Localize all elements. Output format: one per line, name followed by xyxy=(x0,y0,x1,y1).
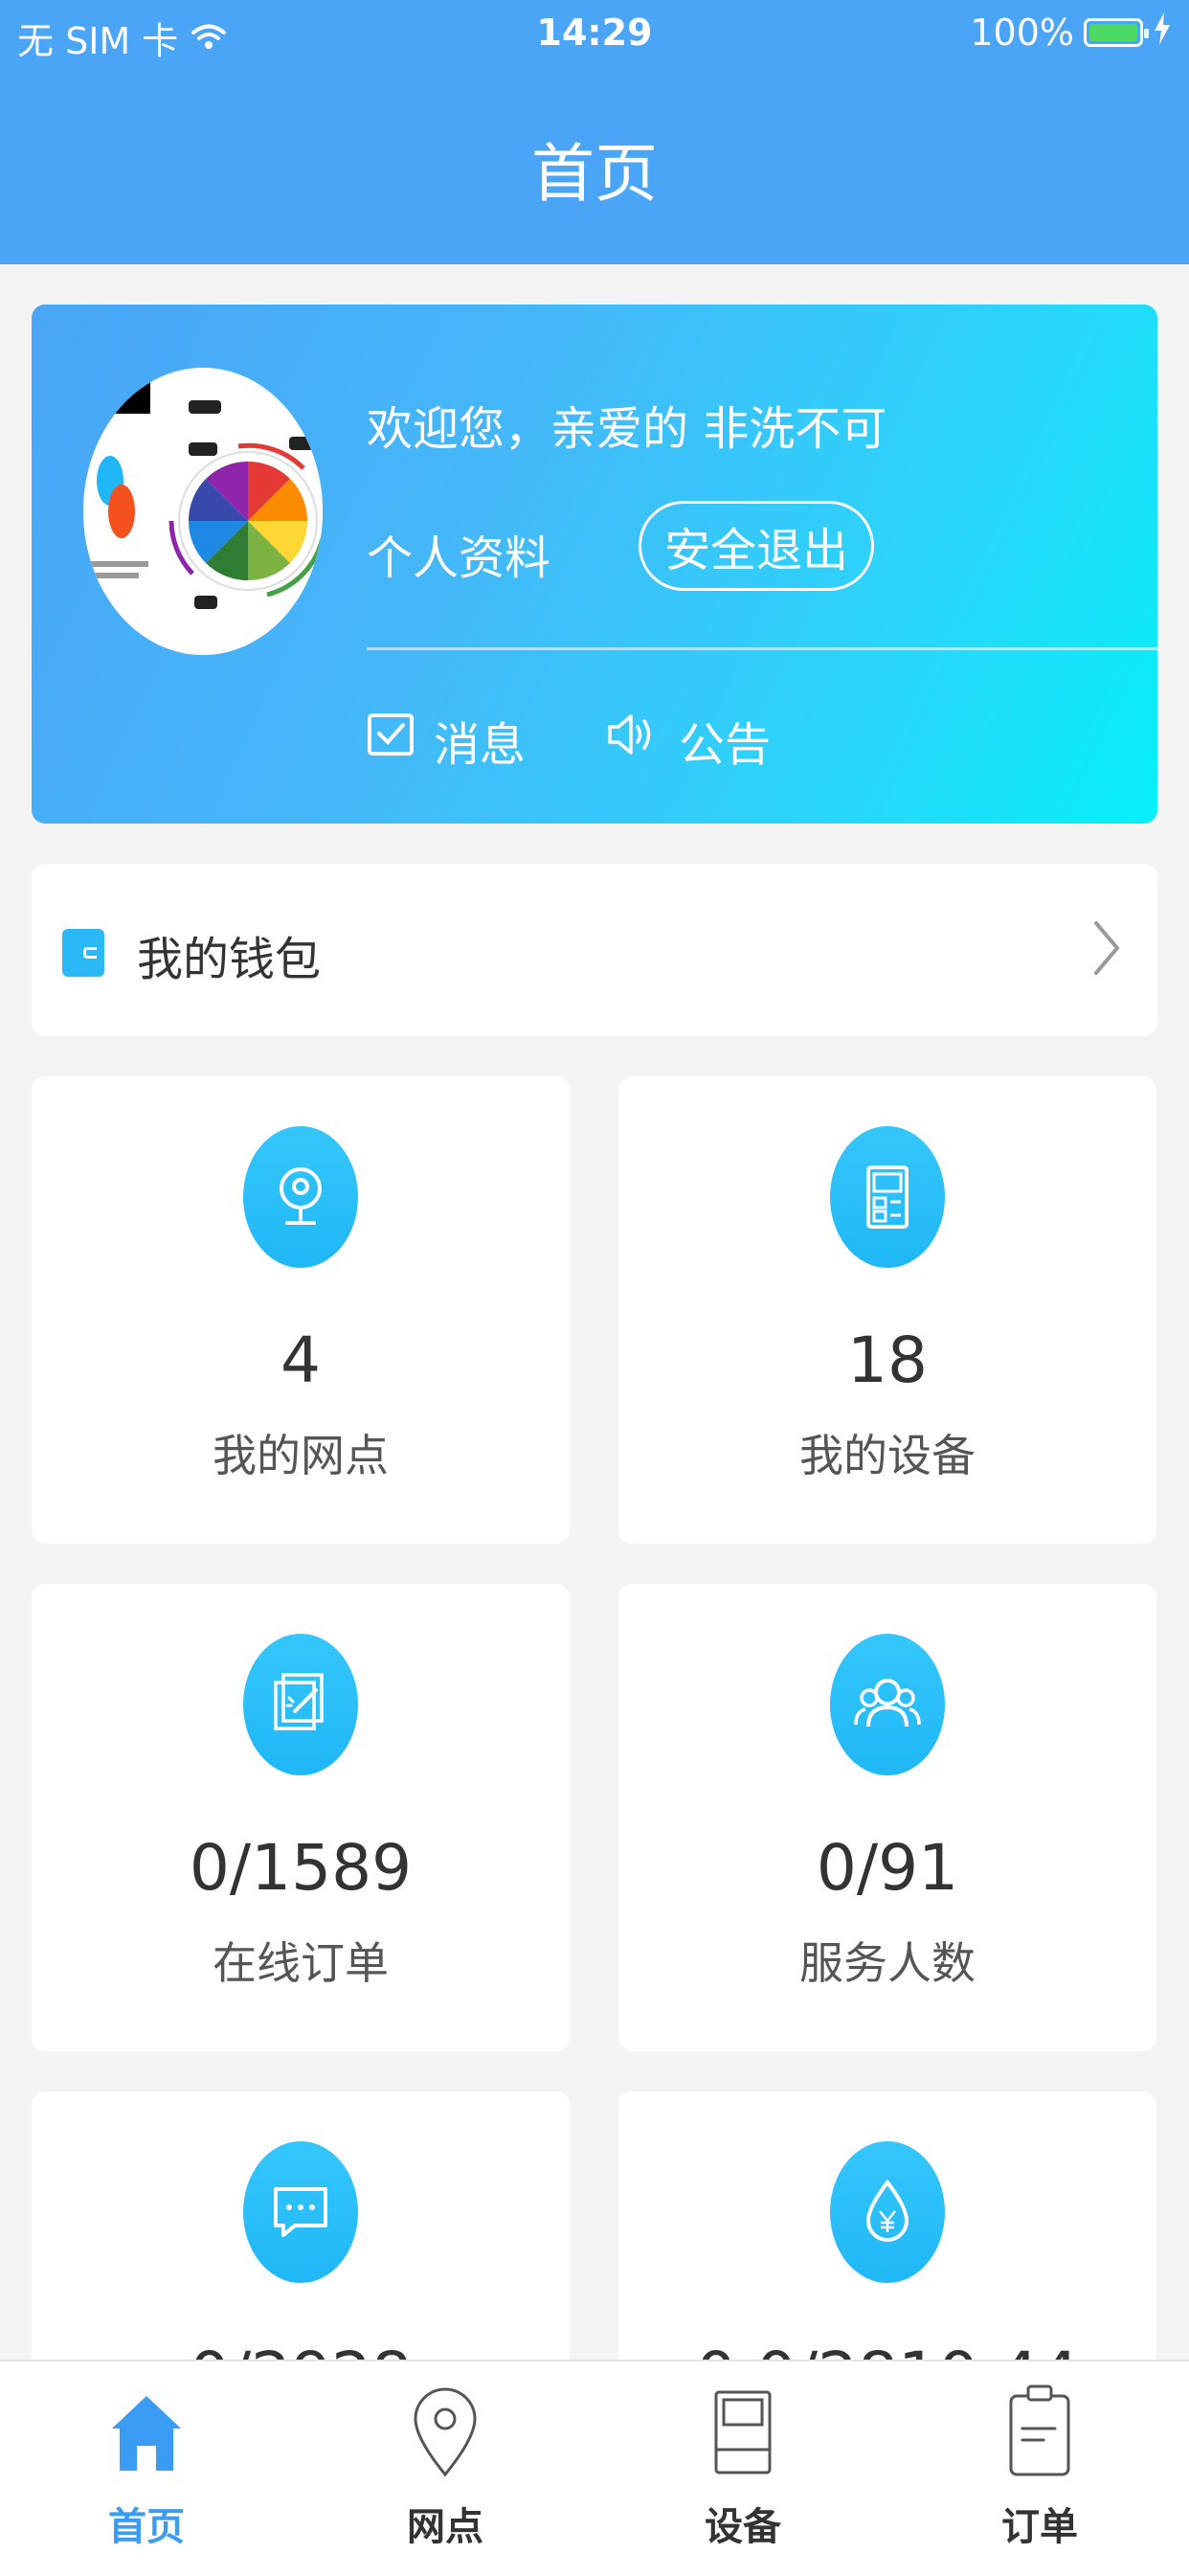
mail-check-icon xyxy=(367,712,415,768)
tab-outlets[interactable]: 网点 xyxy=(349,2361,541,2576)
stat-label: 我的网点 xyxy=(213,1430,389,1481)
stat-label: 服务人数 xyxy=(799,1937,976,1989)
welcome-card: 欢迎您，亲爱的 非洗不可 个人资料 安全退出 消息 公告 xyxy=(32,305,1157,824)
wallet-icon xyxy=(62,929,104,977)
message-icon xyxy=(243,2141,358,2283)
notices-link[interactable]: 公告 xyxy=(606,707,771,774)
stat-tile-outlets[interactable]: 4 我的网点 xyxy=(32,1076,570,1544)
stat-value: 18 xyxy=(847,1323,928,1397)
stat-value: 0/91 xyxy=(816,1831,959,1905)
stat-label: 我的设备 xyxy=(799,1430,976,1481)
order-edit-icon xyxy=(243,1634,358,1775)
speaker-icon xyxy=(606,712,660,768)
stat-tile-service-users[interactable]: 0/91 服务人数 xyxy=(618,1584,1156,2051)
device-icon xyxy=(647,2383,839,2478)
page-title: 首页 xyxy=(531,137,658,211)
battery-percent: 100% xyxy=(970,11,1074,54)
stat-value: 4 xyxy=(280,1323,321,1397)
battery-icon xyxy=(1084,18,1149,47)
status-battery: 100% xyxy=(970,11,1172,54)
stat-value: 0/1589 xyxy=(189,1831,413,1905)
stat-tile-devices[interactable]: 18 我的设备 xyxy=(618,1076,1156,1544)
stat-label: 在线订单 xyxy=(213,1937,389,1989)
webcam-icon xyxy=(243,1126,358,1268)
charging-icon xyxy=(1153,11,1172,54)
profile-link[interactable]: 个人资料 xyxy=(367,520,550,587)
tab-orders[interactable]: 订单 xyxy=(944,2361,1135,2576)
users-icon xyxy=(830,1634,945,1775)
device-icon xyxy=(830,1126,945,1268)
tab-devices[interactable]: 设备 xyxy=(647,2361,839,2576)
wallet-row[interactable]: 我的钱包 xyxy=(32,864,1157,1036)
stat-tile-online-orders[interactable]: 0/1589 在线订单 xyxy=(32,1584,570,2051)
order-clipboard-icon xyxy=(944,2383,1135,2478)
messages-link[interactable]: 消息 xyxy=(367,707,526,774)
tab-label: 订单 xyxy=(1001,2505,1078,2549)
wallet-label: 我的钱包 xyxy=(137,933,322,986)
chevron-right-icon xyxy=(1092,919,1121,981)
notices-label: 公告 xyxy=(679,718,772,772)
messages-label: 消息 xyxy=(434,718,527,772)
avatar[interactable] xyxy=(83,368,323,655)
tab-label: 设备 xyxy=(705,2505,781,2549)
tab-label: 首页 xyxy=(108,2505,185,2549)
tab-bar: 首页 网点 设备 订单 xyxy=(0,2360,1189,2576)
top-bar: 无 SIM 卡 14:29 100% 首页 xyxy=(0,0,1189,264)
home-icon xyxy=(51,2383,242,2478)
card-divider xyxy=(367,647,1157,650)
water-drop-yen-icon xyxy=(830,2141,945,2283)
tab-home[interactable]: 首页 xyxy=(51,2361,242,2576)
logout-button[interactable]: 安全退出 xyxy=(639,501,874,591)
welcome-greeting: 欢迎您，亲爱的 非洗不可 xyxy=(367,402,887,456)
tab-label: 网点 xyxy=(407,2505,483,2549)
location-pin-icon xyxy=(349,2383,541,2478)
